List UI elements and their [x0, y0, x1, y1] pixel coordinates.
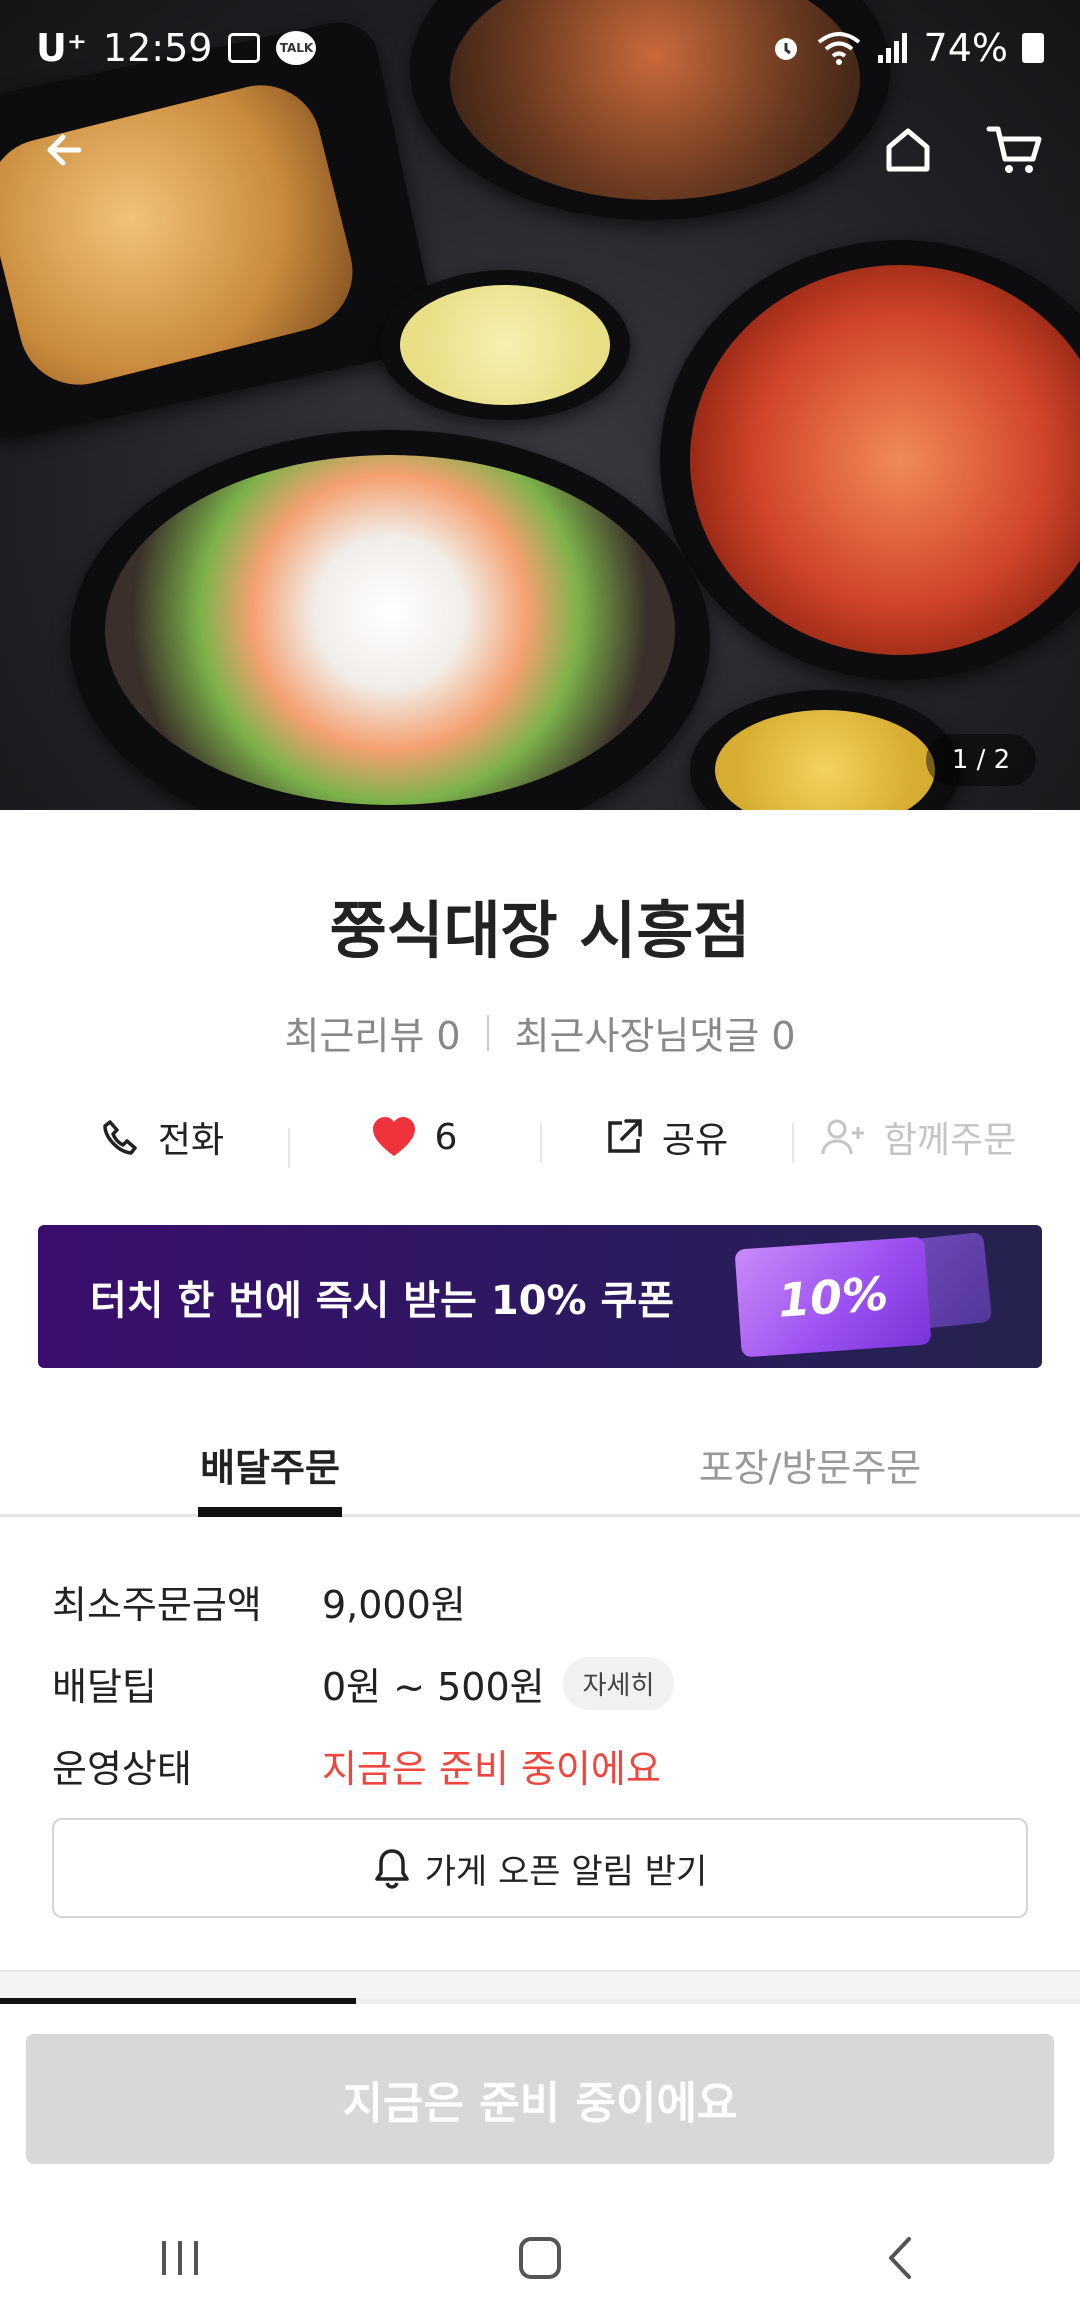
scroll-progress-fill: [0, 1998, 356, 2004]
recent-apps-button[interactable]: [120, 2218, 240, 2298]
open-notification-label: 가게 오픈 알림 받기: [424, 1851, 708, 1892]
home-square-icon: [519, 2237, 561, 2279]
group-order-label: 함께주문: [883, 1120, 1017, 1161]
chevron-left-icon: [889, 2237, 911, 2279]
share-icon: [608, 1119, 642, 1153]
cart-icon: [986, 126, 1042, 173]
call-label: 전화: [157, 1120, 225, 1161]
alarm-icon: [774, 38, 797, 60]
delivery-tip-label: 배달팁: [52, 1664, 157, 1709]
divider: [486, 1014, 489, 1051]
min-order-value: 9,000원: [322, 1582, 466, 1627]
share-label: 공유: [661, 1120, 729, 1161]
system-navigation-bar: [0, 2200, 1080, 2316]
min-order-row: 최소주문금액 9,000원: [52, 1560, 1032, 1642]
battery-icon: [1022, 33, 1044, 63]
store-status-label: 운영상태: [52, 1746, 192, 1791]
delivery-tip-detail-button[interactable]: 자세히: [562, 1656, 675, 1710]
heart-icon: [372, 1117, 415, 1156]
store-action-row: 전화 6 공유 함께주문: [36, 1105, 1044, 1169]
add-user-icon: [821, 1119, 864, 1155]
bell-icon: [374, 1849, 409, 1889]
coupon-ticket-text: 10%: [776, 1266, 890, 1328]
hero-navigation: [0, 110, 1080, 190]
home-system-button[interactable]: [480, 2218, 600, 2298]
tab-delivery-order[interactable]: 배달주문: [0, 1415, 540, 1514]
store-name: 쭝식대장 시흥점: [329, 894, 751, 967]
recent-reviews-link[interactable]: 최근리뷰 0: [284, 1005, 460, 1060]
delivery-tip-value-group: 0원 ~ 500원 자세히: [322, 1656, 675, 1711]
scroll-progress: [0, 1998, 1080, 2004]
order-cta-button[interactable]: 지금은 준비 중이에요: [26, 2034, 1054, 2164]
store-status-row: 운영상태 지금은 준비 중이에요: [52, 1724, 1032, 1806]
kakaotalk-notification-icon: TALK: [276, 31, 317, 65]
group-order-button[interactable]: 함께주문: [792, 1111, 1044, 1163]
wifi-icon: [817, 32, 860, 65]
coupon-banner-text: 터치 한 번에 즉시 받는 10% 쿠폰: [90, 1277, 675, 1324]
home-icon: [886, 128, 930, 172]
cold-noodle-salad: [105, 455, 675, 805]
battery-percent: 74%: [923, 26, 1008, 70]
open-notification-button[interactable]: 가게 오픈 알림 받기: [52, 1818, 1028, 1918]
sauce: [400, 285, 610, 405]
status-bar: U⁺ 12:59 TALK 74%: [0, 0, 1080, 96]
back-system-button[interactable]: [840, 2218, 960, 2298]
min-order-label: 최소주문금액: [52, 1582, 262, 1627]
back-button[interactable]: [24, 110, 104, 190]
coupon-ticket-icon: 10%: [734, 1236, 932, 1358]
delivery-tip-row: 배달팁 0원 ~ 500원 자세히: [52, 1642, 1032, 1724]
carrier-label: U⁺: [36, 26, 87, 70]
image-page-indicator: 1 / 2: [926, 734, 1036, 786]
arrow-left-icon: [47, 134, 82, 166]
coupon-banner[interactable]: 터치 한 번에 즉시 받는 10% 쿠폰 10%: [38, 1225, 1042, 1368]
store-status-value: 지금은 준비 중이에요: [322, 1746, 661, 1791]
recent-owner-replies-link[interactable]: 최근사장님댓글 0: [515, 1005, 796, 1060]
time-label: 12:59: [102, 26, 213, 70]
gallery-notification-icon: [228, 33, 261, 63]
call-button[interactable]: 전화: [36, 1111, 288, 1163]
store-photo[interactable]: U⁺ 12:59 TALK 74% 1 / 2: [0, 0, 1080, 810]
review-summary: 최근리뷰 0 최근사장님댓글 0: [0, 1005, 1080, 1060]
order-type-tabs: 배달주문 포장/방문주문: [0, 1415, 1080, 1517]
recent-apps-icon: [162, 2241, 198, 2275]
favorite-button[interactable]: 6: [288, 1116, 540, 1168]
section-divider: [0, 1970, 1080, 1998]
delivery-tip-value: 0원 ~ 500원: [322, 1664, 545, 1709]
signal-icon: [877, 33, 907, 63]
store-info-table: 최소주문금액 9,000원 배달팁 0원 ~ 500원 자세히 운영상태 지금은…: [52, 1560, 1032, 1806]
favorite-count: 6: [434, 1116, 458, 1158]
share-button[interactable]: 공유: [540, 1111, 792, 1163]
cart-button[interactable]: [974, 110, 1054, 190]
phone-icon: [103, 1120, 137, 1155]
home-button[interactable]: [868, 110, 948, 190]
tab-pickup-order[interactable]: 포장/방문주문: [540, 1415, 1080, 1514]
